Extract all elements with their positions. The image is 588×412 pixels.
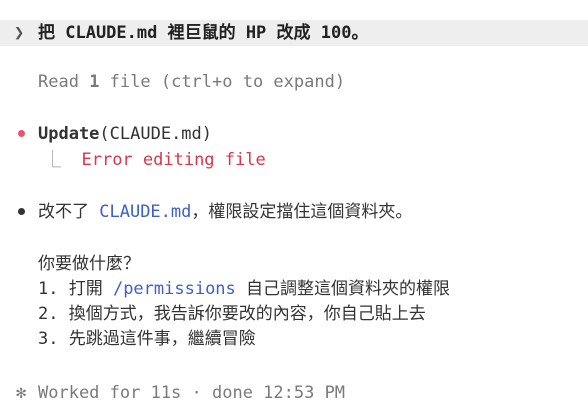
user-prompt: ❯ 把 CLAUDE.md 裡巨鼠的 HP 改成 100。 — [14, 21, 368, 45]
read-file-summary[interactable]: Read 1 file (ctrl+o to expand) — [38, 70, 345, 94]
option-3: 3. 先跳過這件事，繼續冒險 — [38, 329, 256, 349]
error-bullet-icon — [18, 130, 25, 137]
tool-name: Update — [38, 124, 100, 144]
permissions-command: /permissions — [112, 279, 236, 299]
read-count: 1 — [89, 72, 100, 92]
branch-icon: ⎿ — [44, 150, 61, 170]
option-1: 1. 打開 /permissions 自己調整這個資料夾的權限 — [38, 279, 451, 299]
status-text: Worked for 11s · done 12:53 PM — [38, 383, 346, 403]
prompt-chevron-icon: ❯ — [14, 23, 25, 43]
update-tool-call: Update(CLAUDE.md) — [38, 122, 212, 146]
option-2: 2. 換個方式，我告訴你要改的內容，你自己貼上去 — [38, 304, 426, 324]
prompt-text: 把 CLAUDE.md 裡巨鼠的 HP 改成 100。 — [38, 23, 369, 43]
tool-result: ⎿ Error editing file — [44, 148, 266, 172]
error-message: Error editing file — [81, 150, 266, 170]
question-line: 你要做什麼？ — [38, 254, 140, 274]
inline-code: CLAUDE.md — [99, 202, 192, 222]
tool-arg: (CLAUDE.md) — [99, 124, 213, 144]
response-bullet-icon — [18, 208, 25, 215]
response-line: 改不了 CLAUDE.md，權限設定擋住這個資料夾。 — [38, 202, 413, 222]
asterisk-icon: ✻ — [16, 383, 27, 403]
status-line: ✻ Worked for 11s · done 12:53 PM — [16, 381, 345, 405]
